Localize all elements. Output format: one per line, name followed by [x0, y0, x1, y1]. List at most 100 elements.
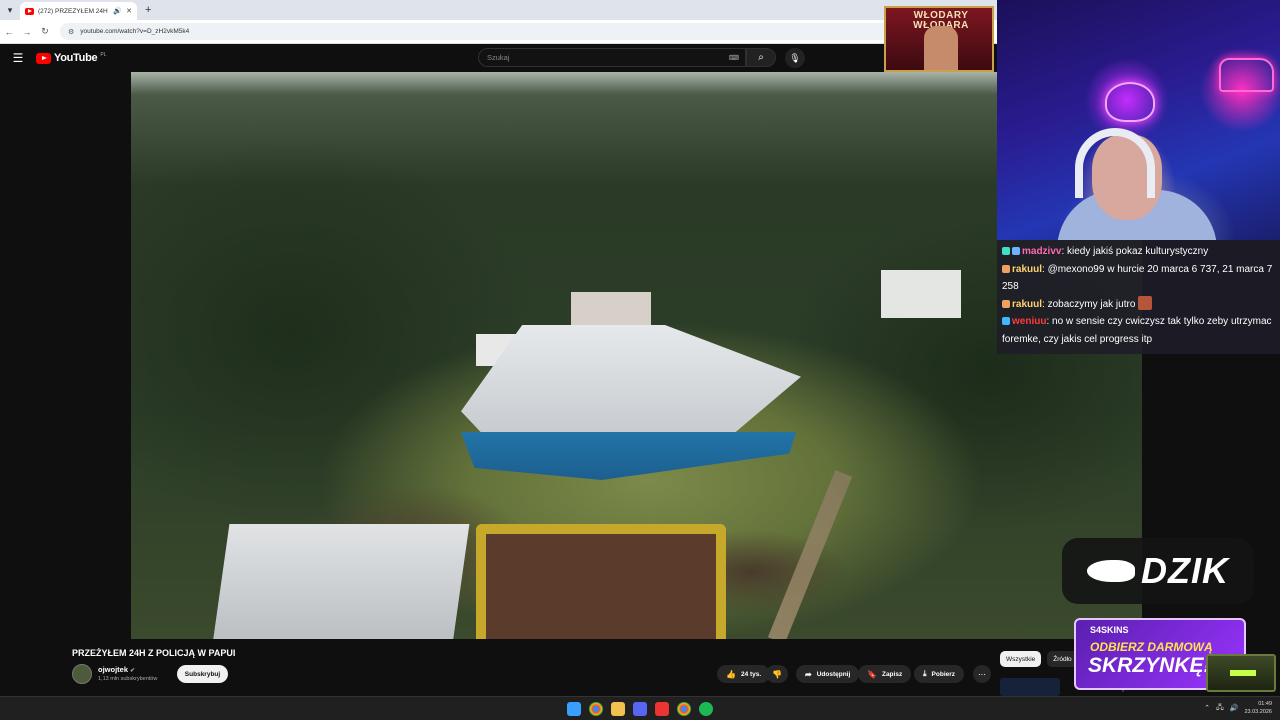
channel-avatar[interactable]: [72, 664, 92, 684]
address-bar[interactable]: ⚙ youtube.com/watch?v=D_zH2vkM5k4: [60, 23, 920, 40]
verified-icon: ✔: [130, 668, 136, 674]
download-button[interactable]: ⤓ Pobierz: [914, 665, 965, 683]
crate-image: [1206, 654, 1276, 692]
building-image: [881, 270, 961, 318]
clock-time: 01:49: [1258, 701, 1272, 707]
new-tab-icon[interactable]: +: [145, 4, 151, 16]
youtube-favicon-icon: [25, 7, 34, 15]
tab-search-icon[interactable]: ▾: [0, 0, 20, 20]
boar-icon: [1087, 560, 1135, 582]
chat-message: weniuu: no w sensie czy cwiczysz tak tyl…: [1002, 313, 1275, 348]
save-label: Zapisz: [881, 670, 903, 678]
network-icon[interactable]: 🖧: [1216, 703, 1224, 714]
share-label: Udostępnij: [816, 670, 851, 678]
close-tab-icon[interactable]: ✕: [126, 7, 132, 15]
chat-message: rakuul: @mexono99 w hurcie 20 marca 6 73…: [1002, 261, 1275, 296]
microphone-icon: 🎙: [789, 52, 801, 63]
thumbs-up-icon: 👍: [726, 669, 736, 679]
youtube-logo-icon: [36, 52, 51, 64]
bookmark-icon: 🔖: [867, 669, 877, 679]
sponsor-logo-overlay: DZIK: [1062, 538, 1254, 604]
volume-icon[interactable]: 🔊: [1230, 704, 1239, 712]
chat-username: rakuul: [1012, 263, 1043, 275]
badge-icon: [1002, 317, 1010, 325]
headphones-image: [1075, 128, 1155, 198]
more-icon: ⋯: [978, 669, 986, 679]
chrome-icon[interactable]: [589, 702, 603, 716]
like-button[interactable]: 👍 24 tys.: [717, 665, 771, 683]
crate-light: [1230, 670, 1256, 676]
chat-username: weniuu: [1012, 316, 1047, 327]
screen: ▾ (272) PRZEŻYŁEM 24H Z POLICJĄ W PAPUI …: [0, 0, 1280, 720]
youtube-logo[interactable]: YouTube PL: [36, 52, 106, 64]
search-placeholder: Szukaj: [487, 53, 510, 62]
search-input[interactable]: Szukaj ⌨: [478, 48, 746, 67]
like-count: 24 tys.: [740, 670, 762, 678]
share-button[interactable]: ➦ Udostępnij: [796, 665, 860, 683]
file-explorer-icon[interactable]: [611, 702, 625, 716]
subscribe-button[interactable]: Subskrybuj: [177, 665, 228, 683]
youtube-header: ☰ YouTube PL Szukaj ⌨ ⌕ 🎙: [0, 44, 1000, 72]
chevron-up-icon[interactable]: ⌃: [1204, 704, 1210, 712]
badge-icon: [1002, 247, 1010, 255]
promo-headline: ODBIERZ DARMOWĄ: [1090, 640, 1213, 654]
keyboard-icon[interactable]: ⌨: [729, 54, 739, 62]
neon-bull-sign-image: [1105, 82, 1155, 122]
shed-roof-image: [212, 524, 470, 639]
chrome-profile-icon[interactable]: [677, 702, 691, 716]
more-actions-button[interactable]: ⋯: [973, 665, 991, 683]
video-info: PRZEŻYŁEM 24H Z POLICJĄ W PAPUI ojwojtek…: [0, 640, 1000, 696]
discord-icon[interactable]: [633, 702, 647, 716]
recommended-video-thumbnail[interactable]: [1000, 678, 1060, 696]
chat-text: : kiedy jakiś pokaz kulturystyczny: [1061, 246, 1209, 257]
badge-icon: [1012, 247, 1020, 255]
chat-text: : zobaczymy jak jutro: [1042, 298, 1136, 310]
browser-tab[interactable]: (272) PRZEŻYŁEM 24H Z POLICJĄ W PAPUI 🔊 …: [20, 2, 137, 20]
recommendation-filters: Wszystkie Źródło: [1000, 651, 1078, 667]
dirt-path-image: [767, 470, 853, 639]
webcam-overlay: [997, 0, 1280, 240]
youtube-logo-text: YouTube: [54, 52, 98, 64]
channel-name-text: ojwojtek: [98, 665, 129, 674]
church-roof-image: [461, 325, 801, 440]
site-info-icon[interactable]: ⚙: [68, 28, 74, 36]
download-label: Pobierz: [931, 670, 956, 678]
search-button[interactable]: ⌕: [746, 48, 776, 67]
video-player[interactable]: [131, 72, 1142, 639]
tab-title: (272) PRZEŻYŁEM 24H Z POLICJĄ W PAPUI: [38, 7, 109, 15]
chat-username: madzivv: [1022, 246, 1062, 257]
neon-car-sign-image: [1219, 58, 1274, 92]
voice-search-button[interactable]: 🎙: [785, 48, 805, 68]
channel-name[interactable]: ojwojtek ✔: [98, 665, 135, 674]
spotify-icon[interactable]: [699, 702, 713, 716]
badge-icon: [1002, 299, 1010, 308]
forward-icon[interactable]: →: [18, 27, 36, 37]
save-button[interactable]: 🔖 Zapisz: [858, 665, 912, 683]
region-code: PL: [100, 51, 107, 58]
dislike-button[interactable]: 👎: [766, 665, 788, 683]
url-text: youtube.com/watch?v=D_zH2vkM5k4: [80, 28, 190, 35]
start-icon[interactable]: [567, 702, 581, 716]
poster-figure-image: [924, 26, 958, 70]
thumbs-down-icon: 👎: [772, 669, 782, 679]
system-tray: ⌃ 🖧 🔊 01:49 23.03.2026: [1204, 700, 1272, 716]
back-icon[interactable]: ←: [0, 27, 18, 37]
badge-icon: [1002, 264, 1010, 273]
chip-all[interactable]: Wszystkie: [1000, 651, 1042, 667]
poster-overlay: WŁODARY WŁODARA: [884, 6, 994, 72]
share-icon: ➦: [805, 669, 812, 679]
speaker-icon[interactable]: 🔊: [113, 7, 122, 15]
taskbar: ⌃ 🖧 🔊 01:49 23.03.2026: [0, 696, 1280, 720]
clock[interactable]: 01:49 23.03.2026: [1244, 700, 1272, 716]
subscriber-count: 1,13 mln subskrybentów: [98, 676, 158, 682]
stream-chat: madzivv: kiedy jakiś pokaz kulturystyczn…: [997, 240, 1280, 354]
app-icon[interactable]: [655, 702, 669, 716]
clock-date: 23.03.2026: [1244, 709, 1272, 715]
sponsor-logo-text: DZIK: [1141, 550, 1229, 591]
chat-message: rakuul: zobaczymy jak jutro: [1002, 295, 1275, 314]
reload-icon[interactable]: ↻: [36, 26, 54, 37]
menu-icon[interactable]: ☰: [0, 51, 36, 65]
emote-icon: [1138, 295, 1153, 310]
download-icon: ⤓: [923, 669, 927, 678]
chat-text: : @mexono99 w hurcie 20 marca 6 737, 21 …: [1002, 263, 1273, 293]
